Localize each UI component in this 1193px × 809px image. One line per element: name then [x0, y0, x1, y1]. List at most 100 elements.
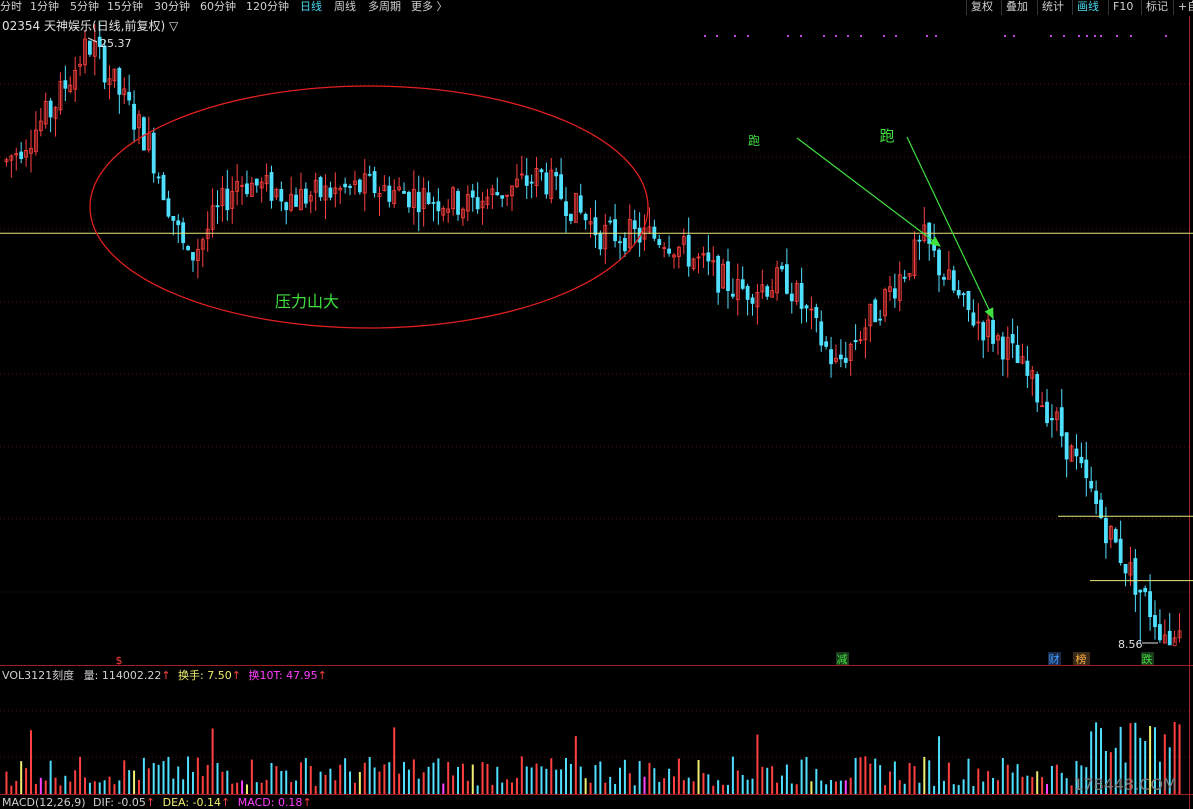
candle-body — [470, 190, 475, 198]
period-tab-6[interactable]: 120分钟 — [246, 0, 289, 14]
candle-body — [829, 349, 833, 365]
candle-body — [559, 174, 563, 199]
turnover10-value: 换10T: 47.95 — [248, 669, 318, 682]
signal-dot — [800, 35, 802, 37]
candle-body — [1158, 624, 1162, 641]
stock-title[interactable]: 02354 天神娱乐(日线,前复权) ▽ — [2, 17, 178, 34]
period-tab-1[interactable]: 1分钟 — [30, 0, 59, 14]
candle-body — [171, 215, 176, 221]
candle-body — [1074, 448, 1079, 457]
candle-body — [343, 183, 348, 188]
candle-body — [1015, 344, 1020, 364]
candle-body — [357, 179, 362, 193]
period-tab-8[interactable]: 周线 — [334, 0, 356, 14]
signal-dot — [883, 35, 885, 37]
signal-dot — [1100, 35, 1102, 37]
candle-body — [495, 192, 500, 196]
kline-chart: 压力山大 跑 跑 25.37 8.56 $ 减 财 榜 跌 178448.COM — [0, 16, 1193, 809]
candle-body — [524, 175, 529, 186]
candle-body — [318, 177, 323, 198]
candle-body — [1113, 529, 1118, 543]
candle-body — [387, 185, 392, 202]
up-arrow-icon: ↑ — [317, 669, 327, 682]
period-tab-10[interactable]: 更多 〉 — [411, 0, 448, 14]
run-label-1: 跑 — [748, 134, 760, 148]
candle-body — [87, 40, 92, 55]
macd-indicator-name[interactable]: MACD(12,26,9) — [2, 796, 86, 809]
candle-body — [623, 238, 627, 252]
candle-body — [284, 202, 289, 211]
period-tab-3[interactable]: 15分钟 — [107, 0, 143, 14]
candle-body — [686, 234, 691, 267]
signal-dot — [1013, 35, 1015, 37]
candle-body — [416, 191, 421, 213]
period-tab-4[interactable]: 30分钟 — [154, 0, 190, 14]
period-tab-9[interactable]: 多周期 — [368, 0, 401, 14]
candle-body — [917, 239, 922, 242]
run-label-2: 跑 — [879, 127, 894, 145]
candle-body — [117, 67, 122, 95]
candle-body — [1084, 459, 1089, 479]
candle-body — [132, 103, 136, 130]
signal-dot — [1004, 35, 1006, 37]
candle-body — [1104, 518, 1108, 544]
candle-body — [814, 306, 819, 318]
tool-button-3[interactable]: 画线 — [1072, 0, 1103, 15]
up-arrow-icon: ↑ — [231, 669, 241, 682]
resistance-label: 压力山大 — [275, 292, 339, 311]
period-tab-5[interactable]: 60分钟 — [200, 0, 236, 14]
candle-body — [1099, 499, 1103, 519]
candle-body — [593, 217, 598, 236]
candle-body — [569, 213, 573, 221]
candle-body — [1064, 432, 1069, 460]
candle-body — [500, 195, 505, 199]
candle-body — [981, 322, 986, 341]
candle-body — [456, 191, 460, 215]
candle-body — [780, 265, 784, 270]
candle-body — [991, 319, 995, 344]
candle-body — [824, 341, 829, 347]
signal-dot — [734, 35, 736, 37]
candle-body — [407, 191, 411, 208]
tool-button-0[interactable]: 复权 — [966, 0, 997, 15]
candle-body — [372, 171, 377, 194]
tool-button-1[interactable]: 叠加 — [1001, 0, 1032, 15]
macd-value: MACD: 0.18 — [237, 796, 303, 809]
candle-body — [303, 188, 308, 204]
candle-body — [245, 183, 249, 195]
candle-body — [48, 100, 53, 118]
candle-body — [564, 201, 568, 216]
tool-button-2[interactable]: 统计 — [1037, 0, 1068, 15]
signal-dot — [1078, 35, 1080, 37]
tool-button-5[interactable]: 标记 — [1141, 0, 1172, 15]
candle-body — [19, 151, 24, 160]
signal-dot — [926, 35, 928, 37]
volume-indicator-name[interactable]: VOL3121刻度 — [2, 669, 74, 682]
candle-body — [583, 213, 588, 221]
signal-dot — [1165, 35, 1167, 37]
volume-header: VOL3121刻度 量: 114002.22↑ 换手: 7.50↑ 换10T: … — [2, 667, 327, 683]
tool-button-6[interactable]: +自 — [1173, 0, 1193, 15]
candle-body — [348, 185, 352, 188]
period-tab-2[interactable]: 5分钟 — [70, 0, 99, 14]
signal-dot — [787, 35, 789, 37]
candle-body — [176, 220, 181, 226]
signal-dot — [1063, 35, 1065, 37]
candle-body — [554, 172, 559, 177]
turnover-value: 换手: 7.50 — [178, 669, 232, 682]
candle-body — [1010, 334, 1015, 344]
tool-button-4[interactable]: F10 — [1108, 0, 1137, 15]
candle-body — [706, 252, 711, 262]
candle-body — [853, 340, 858, 343]
signal-dot — [823, 35, 825, 37]
period-tab-0[interactable]: 分时 — [0, 0, 22, 14]
period-tab-7[interactable]: 日线 — [300, 0, 322, 14]
candle-body — [1045, 401, 1049, 424]
candle-body — [166, 198, 171, 217]
event-mark-cai: 财 — [1049, 652, 1060, 666]
signal-dot — [716, 35, 718, 37]
candle-body — [745, 285, 750, 300]
candle-body — [161, 174, 166, 201]
candle-body — [1118, 538, 1123, 563]
candle-body — [328, 187, 333, 198]
